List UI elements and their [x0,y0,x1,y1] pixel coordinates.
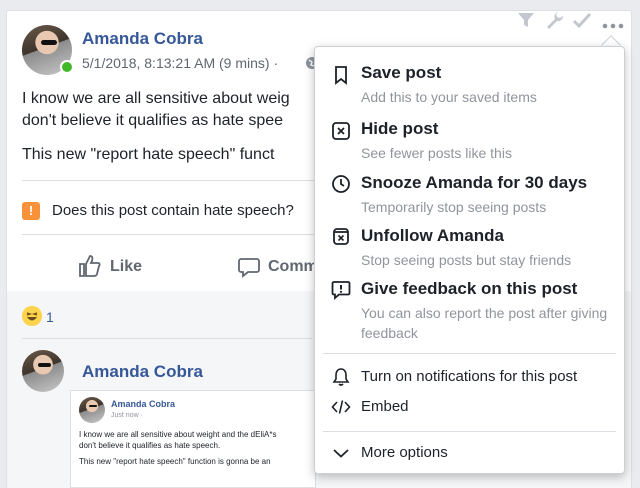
bookmark-icon [331,65,351,85]
comment-author-name[interactable]: Amanda Cobra [82,362,203,382]
menu-item-embed[interactable]: Embed [315,393,624,421]
comment-avatar[interactable] [22,350,64,392]
hide-x-icon [331,121,351,141]
more-options-icon[interactable] [602,22,624,30]
post-text-line-3: This new "report hate speech" funct [22,146,275,163]
clock-icon [331,174,351,194]
like-button[interactable]: Like [78,254,168,280]
notifications-label: Turn on notifications for this post [361,368,578,385]
haha-reaction-icon[interactable] [22,306,42,326]
online-status-dot [60,60,74,74]
embed-label: Embed [361,398,409,415]
hide-post-subtitle: See fewer posts like this [361,145,512,161]
filter-icon[interactable] [516,10,536,30]
menu-item-unfollow[interactable]: Unfollow Amanda Stop seeing posts but st… [315,220,624,270]
unfollow-icon [331,226,351,246]
menu-item-save-post[interactable]: Save post Add this to your saved items [315,57,624,107]
thumbs-up-icon [78,254,102,278]
post-text-line-2: don't believe it qualifies as hate spee [22,112,284,129]
menu-item-give-feedback[interactable]: Give feedback on this post You can also … [315,273,624,345]
menu-separator-2 [323,431,616,432]
comment-button[interactable]: Comm [238,254,318,280]
comment-label: Comm [268,258,318,275]
menu-item-hide-post[interactable]: Hide post See fewer posts like this [315,113,624,163]
warning-icon: ! [22,202,40,220]
snooze-title: Snooze Amanda for 30 days [361,173,588,192]
menu-item-notifications[interactable]: Turn on notifications for this post [315,363,624,391]
menu-item-more-options[interactable]: More options [315,439,624,467]
mini-avatar [79,397,105,423]
unfollow-title: Unfollow Amanda [361,226,504,245]
wrench-icon[interactable] [544,10,564,30]
actions-divider [22,234,314,235]
menu-item-snooze[interactable]: Snooze Amanda for 30 days Temporarily st… [315,167,624,217]
bell-icon [331,367,351,387]
reaction-count[interactable]: 1 [46,309,54,325]
post-divider [22,180,314,181]
menu-separator-1 [323,353,616,354]
shared-post-screenshot: Amanda Cobra Just now · I know we are al… [70,390,316,488]
hide-post-title: Hide post [361,119,439,138]
mini-text-line-3: This new "report hate speech" function i… [79,457,271,466]
mini-text-line-2: don't believe it qualifies as hate speec… [79,441,221,450]
save-post-title: Save post [361,63,442,82]
post-timestamp[interactable]: 5/1/2018, 8:13:21 AM (9 mins) · [82,55,278,71]
post-author-name[interactable]: Amanda Cobra [82,29,203,49]
post-text-line-1: I know we are all sensitive about weig [22,90,290,107]
more-options-label: More options [361,444,448,461]
post-options-menu: Save post Add this to your saved items H… [314,46,625,474]
save-post-subtitle: Add this to your saved items [361,89,537,105]
hate-speech-question[interactable]: Does this post contain hate speech? [52,202,294,219]
comments-divider [22,338,312,339]
code-icon [331,397,351,417]
mini-timestamp: Just now · [111,412,143,419]
mini-text-line-1: I know we are all sensitive about weight… [79,430,277,439]
feedback-subtitle: You can also report the post after givin… [361,305,608,341]
feedback-icon [331,280,351,300]
like-label: Like [110,258,143,275]
mini-author-name: Amanda Cobra [111,399,176,409]
unfollow-subtitle: Stop seeing posts but stay friends [361,252,572,268]
feedback-title: Give feedback on this post [361,279,578,298]
snooze-subtitle: Temporarily stop seeing posts [361,199,547,215]
comment-icon [238,256,260,278]
check-icon[interactable] [572,10,592,30]
chevron-down-icon [331,443,351,463]
